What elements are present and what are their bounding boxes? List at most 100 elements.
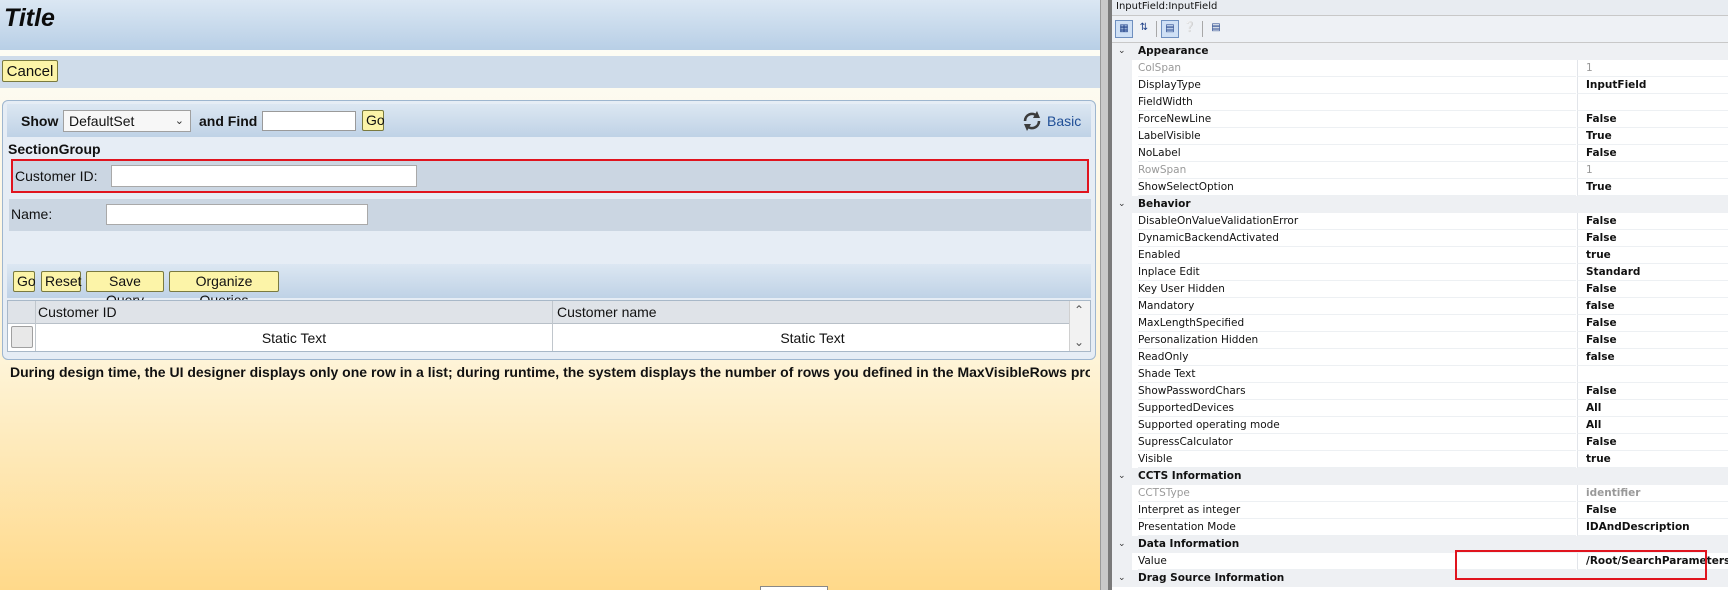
property-row[interactable]: Visible true: [1112, 451, 1728, 468]
find-input[interactable]: [262, 111, 356, 131]
basic-link[interactable]: Basic: [1047, 113, 1081, 129]
property-name: ColSpan: [1138, 60, 1576, 77]
property-category[interactable]: ⌄ Behavior: [1112, 196, 1728, 213]
refresh-icon[interactable]: [1019, 109, 1045, 133]
property-row[interactable]: LabelVisible True: [1112, 128, 1728, 145]
property-row[interactable]: ForceNewLine False: [1112, 111, 1728, 128]
property-row[interactable]: SupressCalculator False: [1112, 434, 1728, 451]
property-row[interactable]: Personalization Hidden False: [1112, 332, 1728, 349]
property-row[interactable]: Mandatory false: [1112, 298, 1728, 315]
name-input[interactable]: [106, 204, 368, 225]
property-value[interactable]: Standard: [1577, 264, 1728, 281]
property-row[interactable]: DynamicBackendActivated False: [1112, 230, 1728, 247]
property-value[interactable]: False: [1577, 230, 1728, 247]
property-row[interactable]: SupportedDevices All: [1112, 400, 1728, 417]
property-row[interactable]: ShowSelectOption True: [1112, 179, 1728, 196]
bottom-tab[interactable]: [760, 586, 828, 590]
column-header-customer-id[interactable]: Customer ID: [38, 304, 117, 320]
property-row[interactable]: ColSpan 1: [1112, 60, 1728, 77]
property-row[interactable]: Presentation Mode IDAndDescription: [1112, 519, 1728, 536]
property-value[interactable]: false: [1577, 349, 1728, 366]
property-row-gutter: [1112, 553, 1132, 570]
property-value[interactable]: All: [1577, 400, 1728, 417]
property-value[interactable]: 1: [1577, 60, 1728, 77]
property-name: Shade Text: [1138, 366, 1576, 383]
property-value[interactable]: identifier: [1577, 485, 1728, 502]
property-value[interactable]: False: [1577, 383, 1728, 400]
help-icon[interactable]: ❔: [1181, 20, 1199, 38]
collapse-icon[interactable]: ⌄: [1118, 536, 1126, 553]
show-select[interactable]: DefaultSet ⌄: [63, 110, 191, 132]
list-scrollbar[interactable]: ⌃ ⌄: [1069, 301, 1090, 351]
property-value[interactable]: False: [1577, 145, 1728, 162]
property-value[interactable]: True: [1577, 128, 1728, 145]
property-row[interactable]: Interpret as integer False: [1112, 502, 1728, 519]
property-row[interactable]: DisplayType InputField: [1112, 77, 1728, 94]
property-category[interactable]: ⌄ Appearance: [1112, 43, 1728, 60]
property-row[interactable]: Enabled true: [1112, 247, 1728, 264]
show-label: Show: [21, 113, 59, 129]
property-value[interactable]: false: [1577, 298, 1728, 315]
property-name: Key User Hidden: [1138, 281, 1576, 298]
property-row[interactable]: Supported operating mode All: [1112, 417, 1728, 434]
property-value[interactable]: False: [1577, 502, 1728, 519]
scroll-down-icon[interactable]: ⌄: [1074, 335, 1084, 349]
property-row[interactable]: NoLabel False: [1112, 145, 1728, 162]
property-row[interactable]: Inplace Edit Standard: [1112, 264, 1728, 281]
categorized-view-icon[interactable]: ▦: [1115, 20, 1133, 38]
property-value[interactable]: False: [1577, 281, 1728, 298]
collapse-icon[interactable]: ⌄: [1118, 196, 1126, 213]
column-header-customer-name[interactable]: Customer name: [557, 304, 657, 320]
search-panel: Show DefaultSet ⌄ and Find Go Basic Sect…: [2, 100, 1096, 360]
property-row-gutter: [1112, 111, 1132, 128]
property-row-gutter: [1112, 77, 1132, 94]
property-value[interactable]: [1577, 94, 1728, 111]
query-go-button[interactable]: Go: [13, 271, 36, 292]
reset-button[interactable]: Reset: [41, 271, 82, 292]
property-value[interactable]: true: [1577, 451, 1728, 468]
property-value[interactable]: true: [1577, 247, 1728, 264]
collapse-icon[interactable]: ⌄: [1118, 570, 1126, 587]
property-value[interactable]: True: [1577, 179, 1728, 196]
row-selector[interactable]: [11, 326, 33, 348]
toolbar-separator: [1202, 21, 1203, 37]
property-value[interactable]: InputField: [1577, 77, 1728, 94]
property-row[interactable]: ShowPasswordChars False: [1112, 383, 1728, 400]
property-value[interactable]: IDAndDescription: [1577, 519, 1728, 536]
cancel-button[interactable]: Cancel: [2, 60, 58, 82]
scroll-up-icon[interactable]: ⌃: [1074, 303, 1084, 317]
property-row[interactable]: RowSpan 1: [1112, 162, 1728, 179]
property-row[interactable]: DisableOnValueValidationError False: [1112, 213, 1728, 230]
property-value[interactable]: All: [1577, 417, 1728, 434]
property-row[interactable]: MaxLengthSpecified False: [1112, 315, 1728, 332]
find-go-button[interactable]: Go: [362, 110, 385, 131]
property-category[interactable]: ⌄ CCTS Information: [1112, 468, 1728, 485]
property-value[interactable]: False: [1577, 332, 1728, 349]
property-value[interactable]: False: [1577, 213, 1728, 230]
property-row[interactable]: Key User Hidden False: [1112, 281, 1728, 298]
property-row[interactable]: Shade Text: [1112, 366, 1728, 383]
property-category-label: Appearance: [1138, 45, 1209, 57]
property-row-gutter: [1112, 281, 1132, 298]
property-value[interactable]: [1577, 366, 1728, 383]
property-value[interactable]: False: [1577, 434, 1728, 451]
toolbar-strip: [0, 56, 1100, 88]
collapse-icon[interactable]: ⌄: [1118, 468, 1126, 485]
customer-id-input[interactable]: [111, 165, 417, 187]
property-grid-title: InputField:InputField: [1112, 0, 1728, 16]
property-value[interactable]: False: [1577, 315, 1728, 332]
property-pages-icon[interactable]: ▤: [1207, 20, 1225, 38]
property-value[interactable]: False: [1577, 111, 1728, 128]
organize-queries-button[interactable]: Organize Queries: [169, 271, 279, 308]
property-grid-toolbar: ▦ ⇅ ▤ ❔ ▤: [1112, 16, 1728, 43]
property-row[interactable]: FieldWidth: [1112, 94, 1728, 111]
property-row-gutter: [1112, 366, 1132, 383]
table-cell: Static Text: [780, 330, 845, 346]
property-row[interactable]: CCTSType identifier: [1112, 485, 1728, 502]
property-value[interactable]: 1: [1577, 162, 1728, 179]
save-query-button[interactable]: Save Query: [86, 271, 164, 308]
property-row[interactable]: ReadOnly false: [1112, 349, 1728, 366]
alphabetical-sort-icon[interactable]: ⇅: [1135, 20, 1153, 38]
properties-view-icon[interactable]: ▤: [1161, 20, 1179, 38]
collapse-icon[interactable]: ⌄: [1118, 43, 1126, 60]
